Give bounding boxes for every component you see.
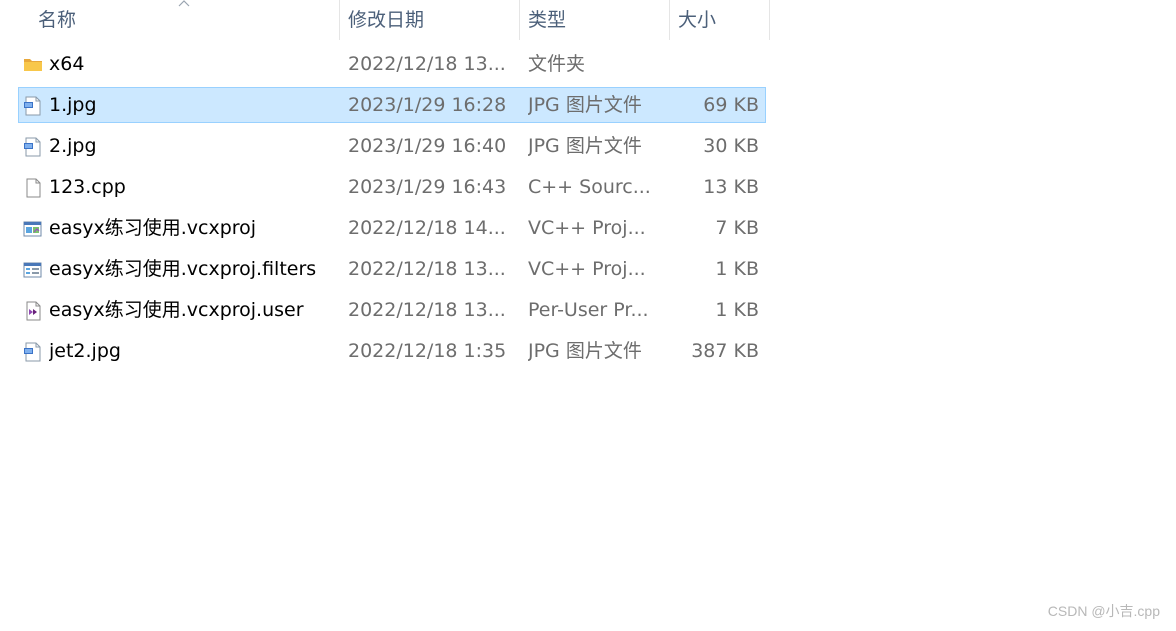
file-type: VC++ Proj... — [528, 258, 646, 280]
file-size: 30 KB — [703, 135, 759, 157]
column-divider[interactable] — [519, 0, 520, 40]
file-size — [667, 47, 759, 81]
blank-file-icon — [23, 178, 43, 198]
file-date: 2023/1/29 16:43 — [348, 176, 507, 198]
file-name: easyx练习使用.vcxproj.user — [49, 299, 304, 321]
column-header: 名称 修改日期 类型 大小 — [0, 0, 770, 40]
file-row[interactable]: 2.jpg 2023/1/29 16:40 JPG 图片文件 30 KB — [18, 128, 766, 164]
column-divider[interactable] — [669, 0, 670, 40]
column-header-type[interactable]: 类型 — [528, 0, 668, 40]
column-header-date-label: 修改日期 — [348, 9, 425, 31]
file-size: 13 KB — [703, 176, 759, 198]
sort-ascending-icon — [178, 0, 190, 7]
watermark: CSDN @小吉.cpp — [1047, 603, 1160, 619]
file-name: 2.jpg — [49, 135, 97, 157]
file-date: 2022/12/18 14... — [348, 217, 506, 239]
jpg-file-icon — [23, 96, 43, 116]
file-size: 387 KB — [691, 340, 759, 362]
file-date: 2022/12/18 1:35 — [348, 340, 507, 362]
column-header-size[interactable]: 大小 — [678, 0, 768, 40]
file-row[interactable]: easyx练习使用.vcxproj.filters 2022/12/18 13..… — [18, 251, 766, 287]
file-row[interactable]: x64 2022/12/18 13... 文件夹 — [18, 46, 766, 82]
file-row[interactable]: 1.jpg 2023/1/29 16:28 JPG 图片文件 69 KB — [18, 87, 766, 123]
column-header-name-label: 名称 — [38, 9, 77, 31]
file-date: 2022/12/18 13... — [348, 299, 506, 321]
file-name: jet2.jpg — [49, 340, 121, 362]
file-name: easyx练习使用.vcxproj — [49, 217, 257, 239]
filters-file-icon — [23, 260, 43, 280]
file-name: easyx练习使用.vcxproj.filters — [49, 258, 317, 280]
file-type: JPG 图片文件 — [528, 135, 642, 157]
column-header-type-label: 类型 — [528, 9, 567, 31]
file-row[interactable]: easyx练习使用.vcxproj.user 2022/12/18 13... Pe… — [18, 292, 766, 328]
column-header-date[interactable]: 修改日期 — [348, 0, 518, 40]
file-date: 2023/1/29 16:28 — [348, 94, 507, 116]
file-size: 69 KB — [703, 94, 759, 116]
column-header-size-label: 大小 — [678, 9, 717, 31]
user-file-icon — [23, 301, 43, 321]
file-name: x64 — [49, 53, 85, 75]
file-type: VC++ Proj... — [528, 217, 646, 239]
file-size: 1 KB — [715, 299, 759, 321]
file-size: 1 KB — [715, 258, 759, 280]
vcxproj-file-icon — [23, 219, 43, 239]
jpg-file-icon — [23, 342, 43, 362]
file-type: 文件夹 — [528, 53, 586, 75]
jpg-file-icon — [23, 137, 43, 157]
column-divider[interactable] — [769, 0, 770, 40]
file-row[interactable]: 123.cpp 2023/1/29 16:43 C++ Sourc... 13 KB — [18, 169, 766, 205]
file-name: 123.cpp — [49, 176, 126, 198]
file-date: 2023/1/29 16:40 — [348, 135, 507, 157]
column-divider[interactable] — [339, 0, 340, 40]
file-size: 7 KB — [715, 217, 759, 239]
folder-icon — [23, 55, 43, 75]
file-type: JPG 图片文件 — [528, 94, 642, 116]
file-date: 2022/12/18 13... — [348, 258, 506, 280]
file-date: 2022/12/18 13... — [348, 53, 506, 75]
file-type: C++ Sourc... — [528, 176, 651, 198]
file-row[interactable]: jet2.jpg 2022/12/18 1:35 JPG 图片文件 387 KB — [18, 333, 766, 369]
file-type: Per-User Pr... — [528, 299, 649, 321]
file-explorer-view: 名称 修改日期 类型 大小 x64 2022/12/18 13... 文件夹 1.jp… — [0, 0, 1176, 631]
file-type: JPG 图片文件 — [528, 340, 642, 362]
file-name: 1.jpg — [49, 94, 97, 116]
file-row[interactable]: easyx练习使用.vcxproj 2022/12/18 14... VC++ Pr… — [18, 210, 766, 246]
